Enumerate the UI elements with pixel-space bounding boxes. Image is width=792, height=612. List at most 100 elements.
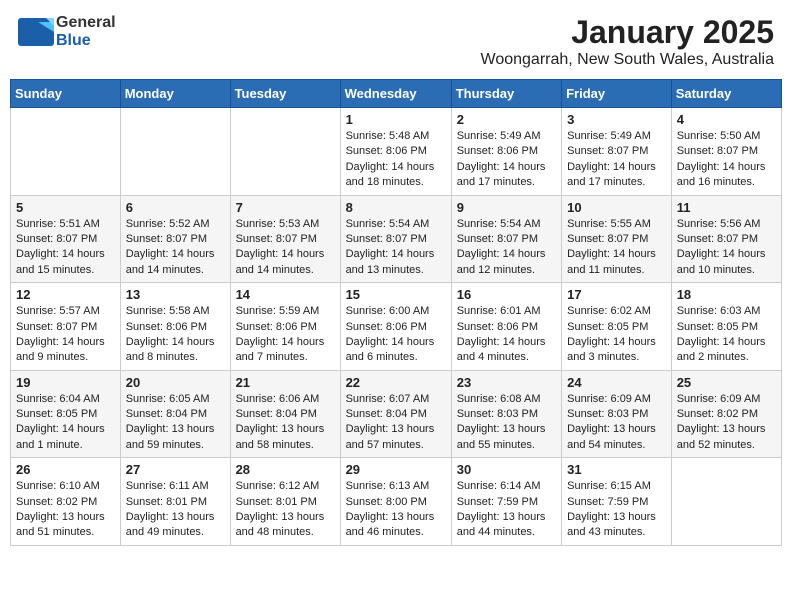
day-info: Sunrise: 5:52 AM Sunset: 8:07 PM Dayligh…: [126, 217, 225, 279]
day-number: 16: [457, 287, 556, 302]
day-number: 21: [236, 375, 335, 390]
weekday-header-saturday: Saturday: [671, 80, 781, 108]
calendar-week-1: 1 Sunrise: 5:48 AM Sunset: 8:06 PM Daylig…: [11, 108, 782, 196]
day-number: 1: [346, 112, 446, 127]
calendar-cell: 24 Sunrise: 6:09 AM Sunset: 8:03 PM Dayli…: [562, 370, 672, 458]
calendar-cell: 23 Sunrise: 6:08 AM Sunset: 8:03 PM Dayli…: [451, 370, 561, 458]
calendar-cell: 12 Sunrise: 5:57 AM Sunset: 8:07 PM Dayli…: [11, 283, 121, 371]
weekday-header-friday: Friday: [562, 80, 672, 108]
day-number: 17: [567, 287, 666, 302]
calendar-cell: 20Sunrise: 6:05 AM Sunset: 8:04 PM Dayli…: [120, 370, 230, 458]
calendar-cell: 27 Sunrise: 6:11 AM Sunset: 8:01 PM Dayli…: [120, 458, 230, 546]
day-info: Sunrise: 5:58 AM Sunset: 8:06 PM Dayligh…: [126, 304, 225, 366]
day-info: Sunrise: 6:07 AM Sunset: 8:04 PM Dayligh…: [346, 392, 446, 454]
day-info: Sunrise: 6:08 AM Sunset: 8:03 PM Dayligh…: [457, 392, 556, 454]
calendar-cell: 10Sunrise: 5:55 AM Sunset: 8:07 PM Dayli…: [562, 195, 672, 283]
calendar-cell: 3 Sunrise: 5:49 AM Sunset: 8:07 PM Daylig…: [562, 108, 672, 196]
day-info: Sunrise: 6:12 AM Sunset: 8:01 PM Dayligh…: [236, 479, 335, 541]
calendar-week-2: 5 Sunrise: 5:51 AM Sunset: 8:07 PM Daylig…: [11, 195, 782, 283]
day-info: Sunrise: 5:54 AM Sunset: 8:07 PM Dayligh…: [457, 217, 556, 279]
day-info: Sunrise: 5:53 AM Sunset: 8:07 PM Dayligh…: [236, 217, 335, 279]
day-number: 31: [567, 462, 666, 477]
page-header: General Blue January 2025 Woongarrah, Ne…: [10, 10, 782, 73]
day-number: 15: [346, 287, 446, 302]
day-info: Sunrise: 5:49 AM Sunset: 8:07 PM Dayligh…: [567, 129, 666, 191]
day-info: Sunrise: 5:51 AM Sunset: 8:07 PM Dayligh…: [16, 217, 115, 279]
day-number: 24: [567, 375, 666, 390]
day-info: Sunrise: 5:49 AM Sunset: 8:06 PM Dayligh…: [457, 129, 556, 191]
calendar-cell: 31 Sunrise: 6:15 AM Sunset: 7:59 PM Dayli…: [562, 458, 672, 546]
calendar-cell: 11 Sunrise: 5:56 AM Sunset: 8:07 PM Dayli…: [671, 195, 781, 283]
day-number: 5: [16, 200, 115, 215]
day-info: Sunrise: 6:05 AM Sunset: 8:04 PM Dayligh…: [126, 392, 225, 454]
day-info: Sunrise: 5:54 AM Sunset: 8:07 PM Dayligh…: [346, 217, 446, 279]
calendar-cell: 4Sunrise: 5:50 AM Sunset: 8:07 PM Daylig…: [671, 108, 781, 196]
day-info: Sunrise: 6:09 AM Sunset: 8:02 PM Dayligh…: [677, 392, 776, 454]
calendar-table: SundayMondayTuesdayWednesdayThursdayFrid…: [10, 79, 782, 546]
day-info: Sunrise: 6:04 AM Sunset: 8:05 PM Dayligh…: [16, 392, 115, 454]
day-number: 14: [236, 287, 335, 302]
day-number: 13: [126, 287, 225, 302]
calendar-cell: [671, 458, 781, 546]
day-info: Sunrise: 5:48 AM Sunset: 8:06 PM Dayligh…: [346, 129, 446, 191]
calendar-cell: 29 Sunrise: 6:13 AM Sunset: 8:00 PM Dayli…: [340, 458, 451, 546]
day-number: 11: [677, 200, 776, 215]
calendar-cell: [120, 108, 230, 196]
day-number: 30: [457, 462, 556, 477]
generalblue-icon: [18, 18, 54, 46]
day-info: Sunrise: 5:59 AM Sunset: 8:06 PM Dayligh…: [236, 304, 335, 366]
day-number: 19: [16, 375, 115, 390]
day-number: 26: [16, 462, 115, 477]
day-number: 28: [236, 462, 335, 477]
day-info: Sunrise: 6:13 AM Sunset: 8:00 PM Dayligh…: [346, 479, 446, 541]
calendar-subtitle: Woongarrah, New South Wales, Australia: [481, 51, 774, 69]
calendar-header-row: SundayMondayTuesdayWednesdayThursdayFrid…: [11, 80, 782, 108]
day-number: 9: [457, 200, 556, 215]
day-number: 22: [346, 375, 446, 390]
calendar-cell: 30Sunrise: 6:14 AM Sunset: 7:59 PM Dayli…: [451, 458, 561, 546]
day-info: Sunrise: 6:01 AM Sunset: 8:06 PM Dayligh…: [457, 304, 556, 366]
calendar-cell: [11, 108, 121, 196]
day-number: 25: [677, 375, 776, 390]
calendar-cell: [230, 108, 340, 196]
calendar-cell: 28 Sunrise: 6:12 AM Sunset: 8:01 PM Dayli…: [230, 458, 340, 546]
day-number: 7: [236, 200, 335, 215]
weekday-header-wednesday: Wednesday: [340, 80, 451, 108]
calendar-week-5: 26 Sunrise: 6:10 AM Sunset: 8:02 PM Dayli…: [11, 458, 782, 546]
calendar-title: January 2025: [481, 14, 774, 51]
calendar-cell: 1 Sunrise: 5:48 AM Sunset: 8:06 PM Daylig…: [340, 108, 451, 196]
day-number: 3: [567, 112, 666, 127]
day-info: Sunrise: 5:50 AM Sunset: 8:07 PM Dayligh…: [677, 129, 776, 191]
calendar-cell: 19 Sunrise: 6:04 AM Sunset: 8:05 PM Dayli…: [11, 370, 121, 458]
calendar-cell: 16 Sunrise: 6:01 AM Sunset: 8:06 PM Dayli…: [451, 283, 561, 371]
weekday-header-tuesday: Tuesday: [230, 80, 340, 108]
day-info: Sunrise: 6:11 AM Sunset: 8:01 PM Dayligh…: [126, 479, 225, 541]
calendar-cell: 26 Sunrise: 6:10 AM Sunset: 8:02 PM Dayli…: [11, 458, 121, 546]
calendar-cell: 21Sunrise: 6:06 AM Sunset: 8:04 PM Dayli…: [230, 370, 340, 458]
calendar-title-block: January 2025 Woongarrah, New South Wales…: [481, 14, 774, 69]
day-number: 23: [457, 375, 556, 390]
calendar-cell: 2 Sunrise: 5:49 AM Sunset: 8:06 PM Daylig…: [451, 108, 561, 196]
day-info: Sunrise: 5:57 AM Sunset: 8:07 PM Dayligh…: [16, 304, 115, 366]
calendar-cell: 6Sunrise: 5:52 AM Sunset: 8:07 PM Daylig…: [120, 195, 230, 283]
day-info: Sunrise: 6:09 AM Sunset: 8:03 PM Dayligh…: [567, 392, 666, 454]
calendar-cell: 25 Sunrise: 6:09 AM Sunset: 8:02 PM Dayli…: [671, 370, 781, 458]
day-number: 2: [457, 112, 556, 127]
day-number: 27: [126, 462, 225, 477]
logo-general-text: General: [56, 14, 116, 31]
calendar-week-3: 12 Sunrise: 5:57 AM Sunset: 8:07 PM Dayli…: [11, 283, 782, 371]
logo: General Blue: [18, 14, 116, 50]
day-info: Sunrise: 6:15 AM Sunset: 7:59 PM Dayligh…: [567, 479, 666, 541]
calendar-cell: 18Sunrise: 6:03 AM Sunset: 8:05 PM Dayli…: [671, 283, 781, 371]
calendar-cell: 13 Sunrise: 5:58 AM Sunset: 8:06 PM Dayli…: [120, 283, 230, 371]
day-info: Sunrise: 6:02 AM Sunset: 8:05 PM Dayligh…: [567, 304, 666, 366]
day-number: 29: [346, 462, 446, 477]
day-info: Sunrise: 5:56 AM Sunset: 8:07 PM Dayligh…: [677, 217, 776, 279]
weekday-header-monday: Monday: [120, 80, 230, 108]
weekday-header-sunday: Sunday: [11, 80, 121, 108]
day-info: Sunrise: 6:10 AM Sunset: 8:02 PM Dayligh…: [16, 479, 115, 541]
calendar-cell: 9 Sunrise: 5:54 AM Sunset: 8:07 PM Daylig…: [451, 195, 561, 283]
day-info: Sunrise: 5:55 AM Sunset: 8:07 PM Dayligh…: [567, 217, 666, 279]
calendar-week-4: 19 Sunrise: 6:04 AM Sunset: 8:05 PM Dayli…: [11, 370, 782, 458]
day-number: 12: [16, 287, 115, 302]
